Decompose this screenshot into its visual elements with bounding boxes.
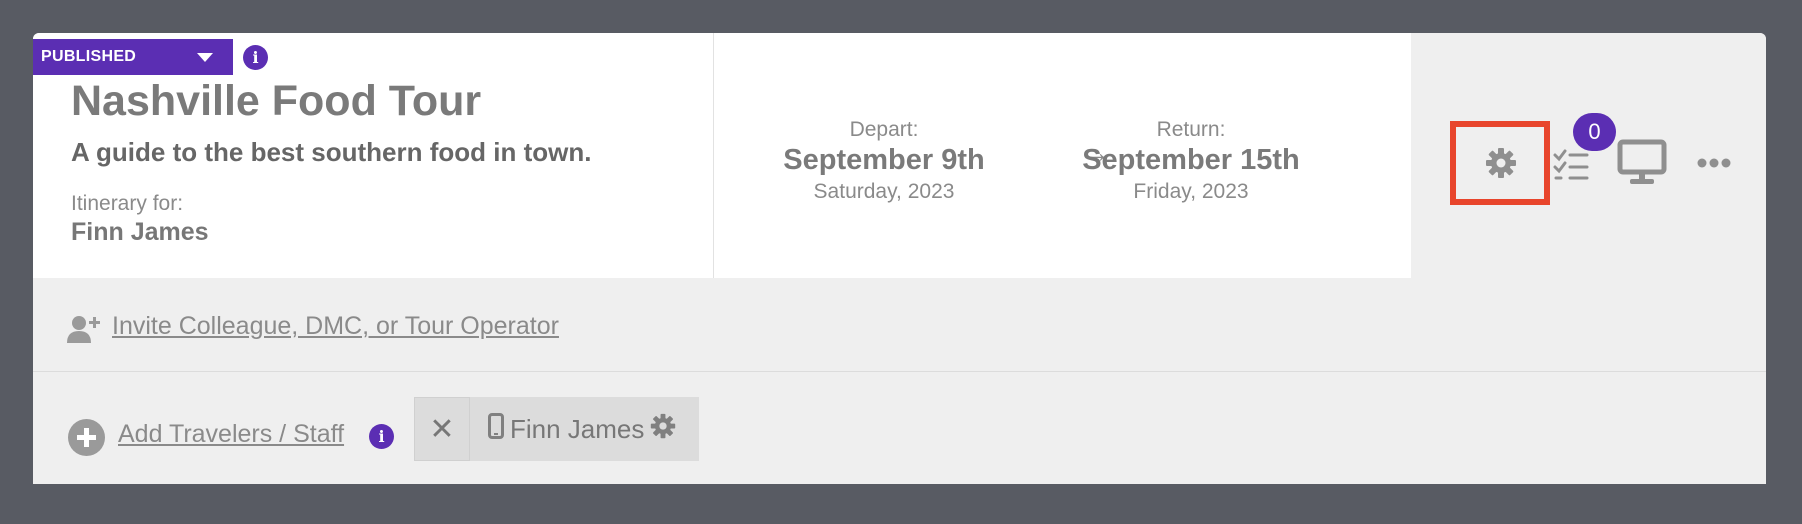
depart-date: September 9th	[783, 144, 985, 176]
return-weekday: Friday, 2023	[1133, 180, 1249, 203]
caret-down-icon	[197, 53, 213, 62]
travelers-info-icon[interactable]: i	[369, 424, 394, 449]
itinerary-header: PUBLISHED i Nashville Food Tour A guide …	[33, 33, 1766, 278]
remove-traveler-button[interactable]: ✕	[414, 397, 470, 461]
return-label: Return:	[1156, 118, 1226, 141]
add-travelers-link[interactable]: Add Travelers / Staff	[118, 420, 344, 449]
depart-block: Depart: September 9th Saturday, 2023	[754, 117, 1014, 207]
traveler-chip: Finn James	[470, 397, 699, 461]
traveler-chip-name: Finn James	[510, 413, 645, 444]
itinerary-summary: PUBLISHED i Nashville Food Tour A guide …	[33, 33, 714, 278]
itinerary-toolbar: 0	[1411, 33, 1766, 278]
traveler-settings-gear-icon[interactable]	[650, 413, 676, 446]
itinerary-card: PUBLISHED i Nashville Food Tour A guide …	[33, 33, 1766, 484]
status-label: PUBLISHED	[41, 48, 137, 65]
travelers-row: Add Travelers / Staff i ✕ Finn James	[33, 372, 1766, 484]
trip-dates: Depart: September 9th Saturday, 2023 → R…	[714, 33, 1411, 278]
depart-weekday: Saturday, 2023	[813, 180, 955, 203]
invite-colleague-link[interactable]: Invite Colleague, DMC, or Tour Operator	[112, 312, 559, 341]
depart-label: Depart:	[849, 118, 919, 141]
mobile-phone-icon	[488, 412, 504, 446]
page-subtitle: A guide to the best southern food in tow…	[71, 137, 592, 167]
status-info-icon[interactable]: i	[243, 45, 268, 70]
itinerary-for-label: Itinerary for:	[71, 192, 184, 215]
return-date: September 15th	[1082, 144, 1300, 176]
gear-icon[interactable]	[1483, 145, 1519, 181]
itinerary-for-name: Finn James	[71, 218, 209, 246]
more-icon[interactable]	[1697, 151, 1731, 175]
add-user-icon	[67, 315, 101, 348]
add-traveler-plus-icon[interactable]	[68, 419, 105, 456]
checklist-count-badge: 0	[1573, 113, 1616, 151]
monitor-icon[interactable]	[1617, 137, 1667, 187]
invite-row: Invite Colleague, DMC, or Tour Operator	[33, 278, 1766, 372]
page-title: Nashville Food Tour	[71, 77, 482, 125]
status-dropdown[interactable]: PUBLISHED	[33, 39, 233, 75]
return-block: Return: September 15th Friday, 2023	[1061, 117, 1321, 207]
